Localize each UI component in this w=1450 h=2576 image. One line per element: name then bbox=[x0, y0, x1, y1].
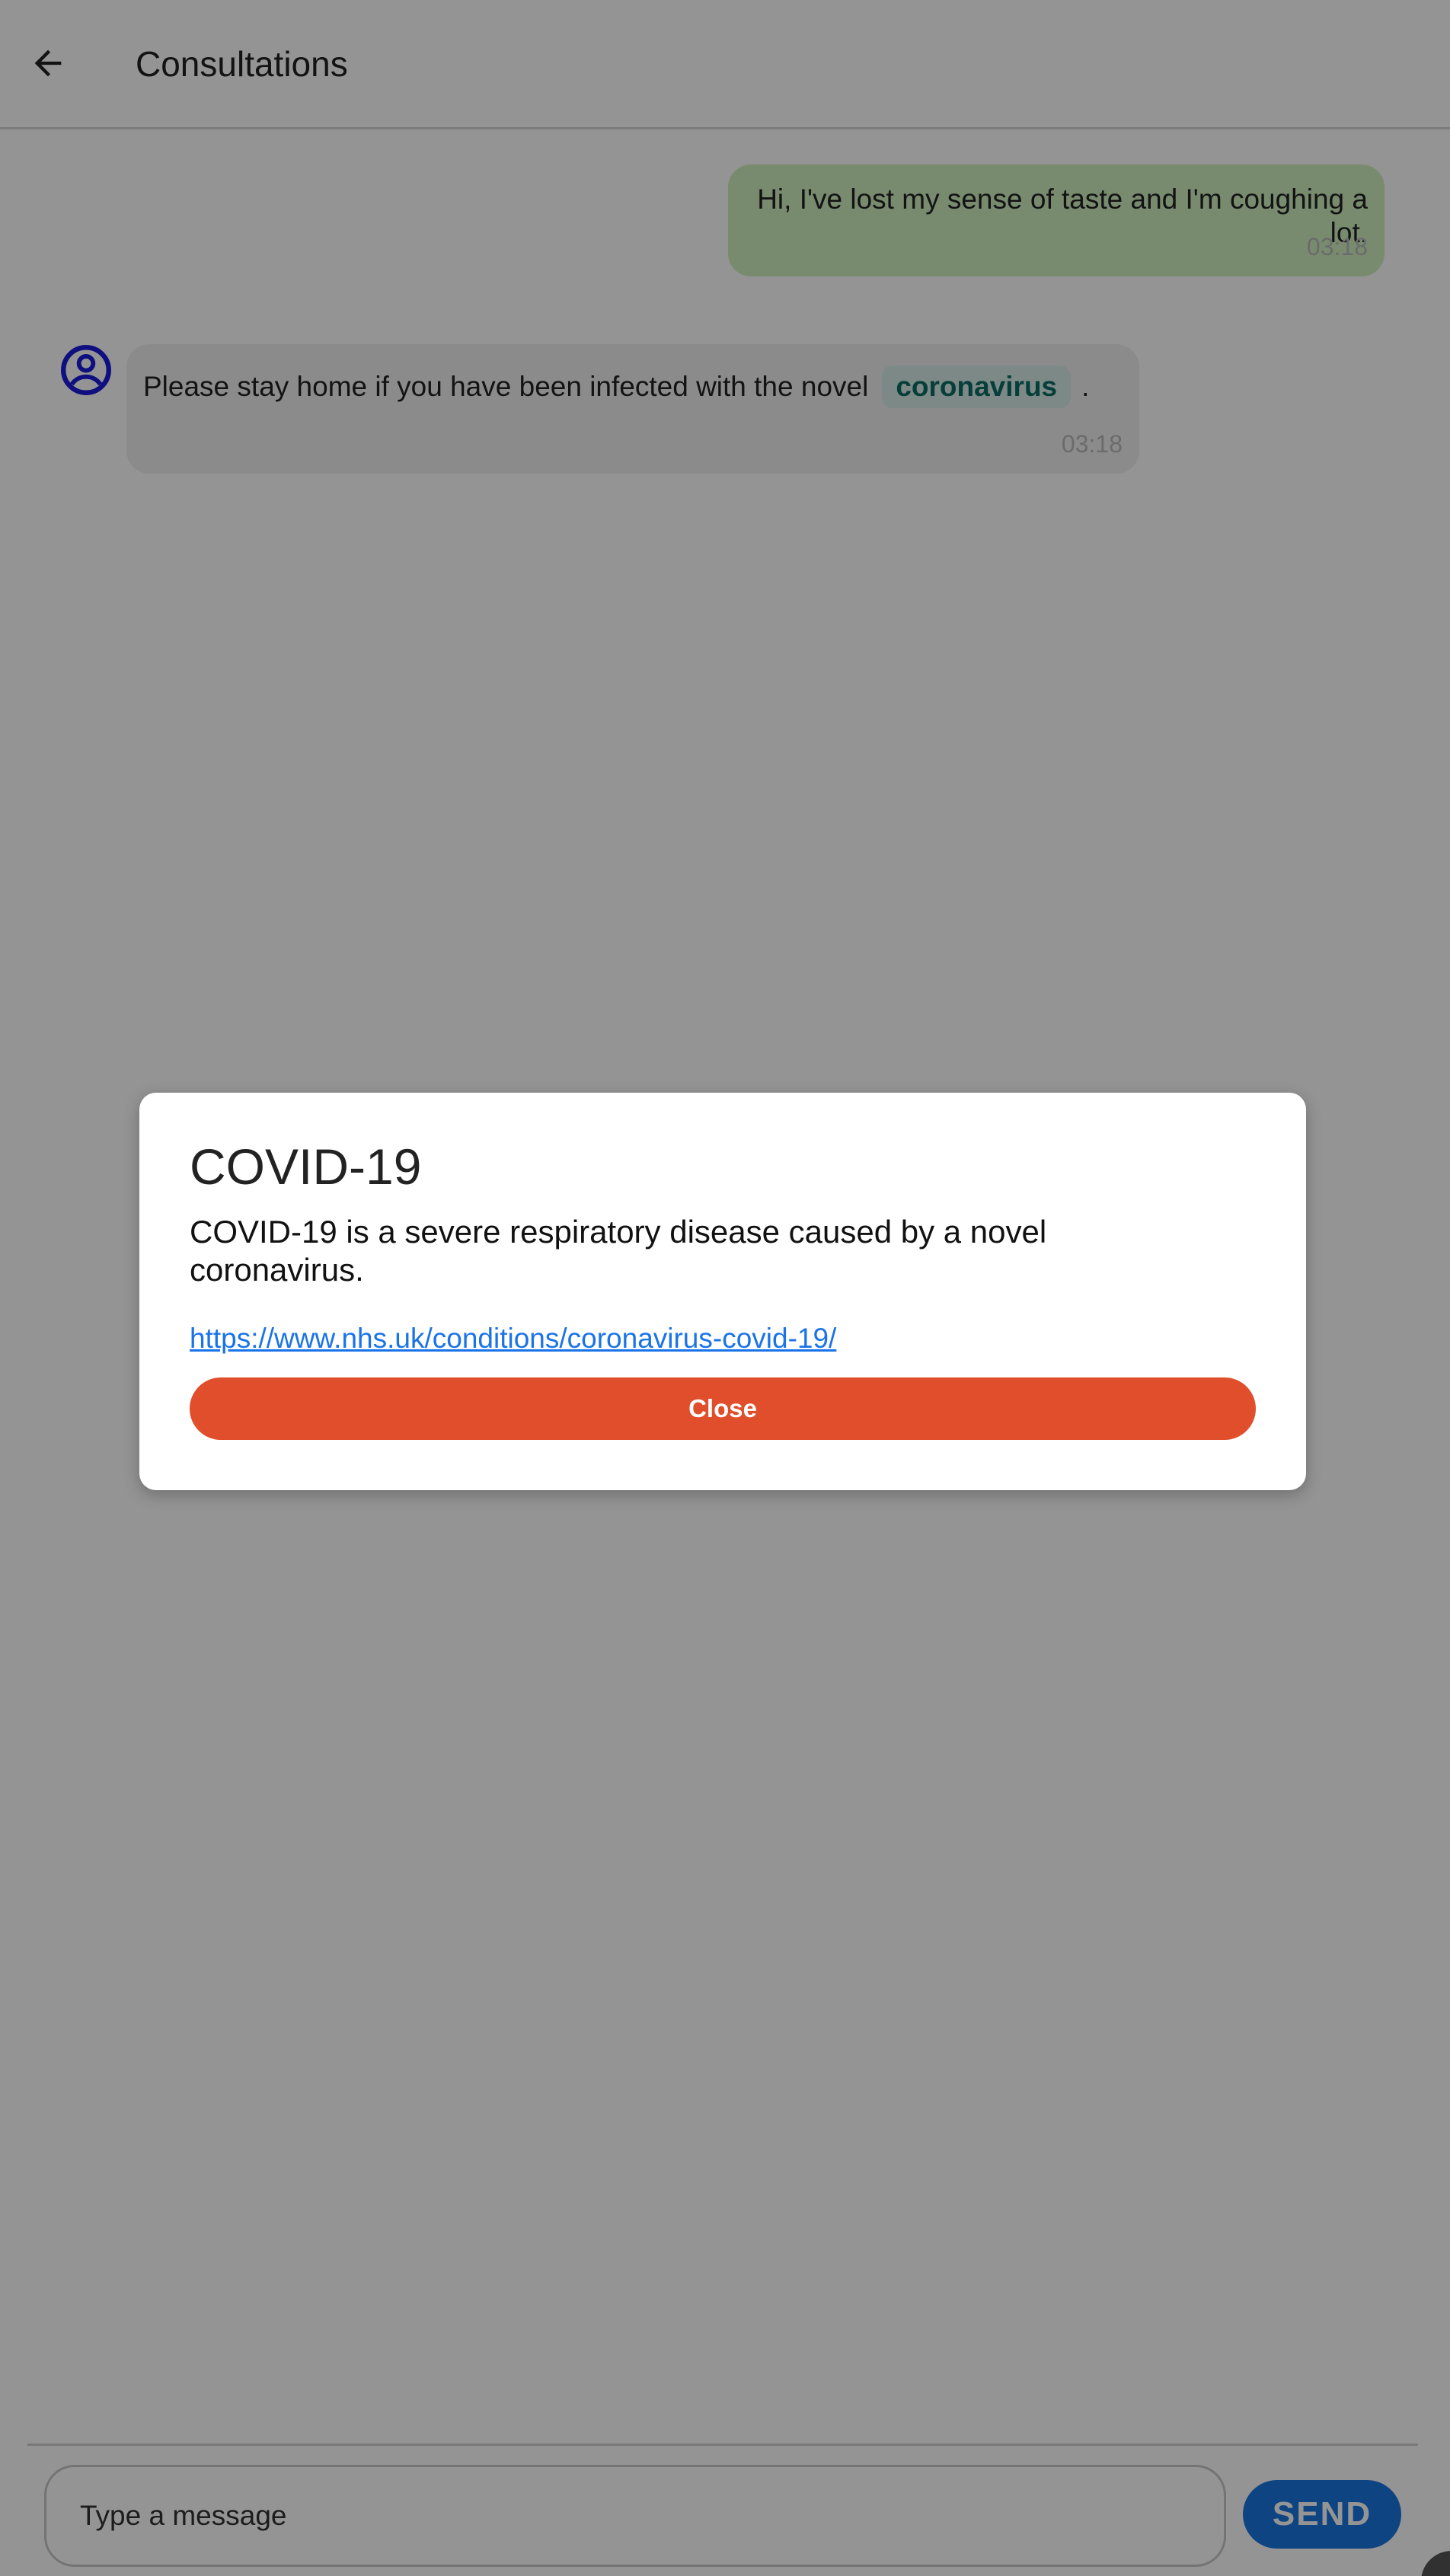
close-button[interactable]: Close bbox=[190, 1377, 1256, 1440]
dialog-title: COVID-19 bbox=[190, 1138, 422, 1195]
nhs-info-link[interactable]: https://www.nhs.uk/conditions/coronaviru… bbox=[190, 1323, 836, 1355]
dialog-description: COVID-19 is a severe respiratory disease… bbox=[190, 1214, 1047, 1288]
info-dialog: COVID-19 COVID-19 is a severe respirator… bbox=[139, 1093, 1306, 1490]
